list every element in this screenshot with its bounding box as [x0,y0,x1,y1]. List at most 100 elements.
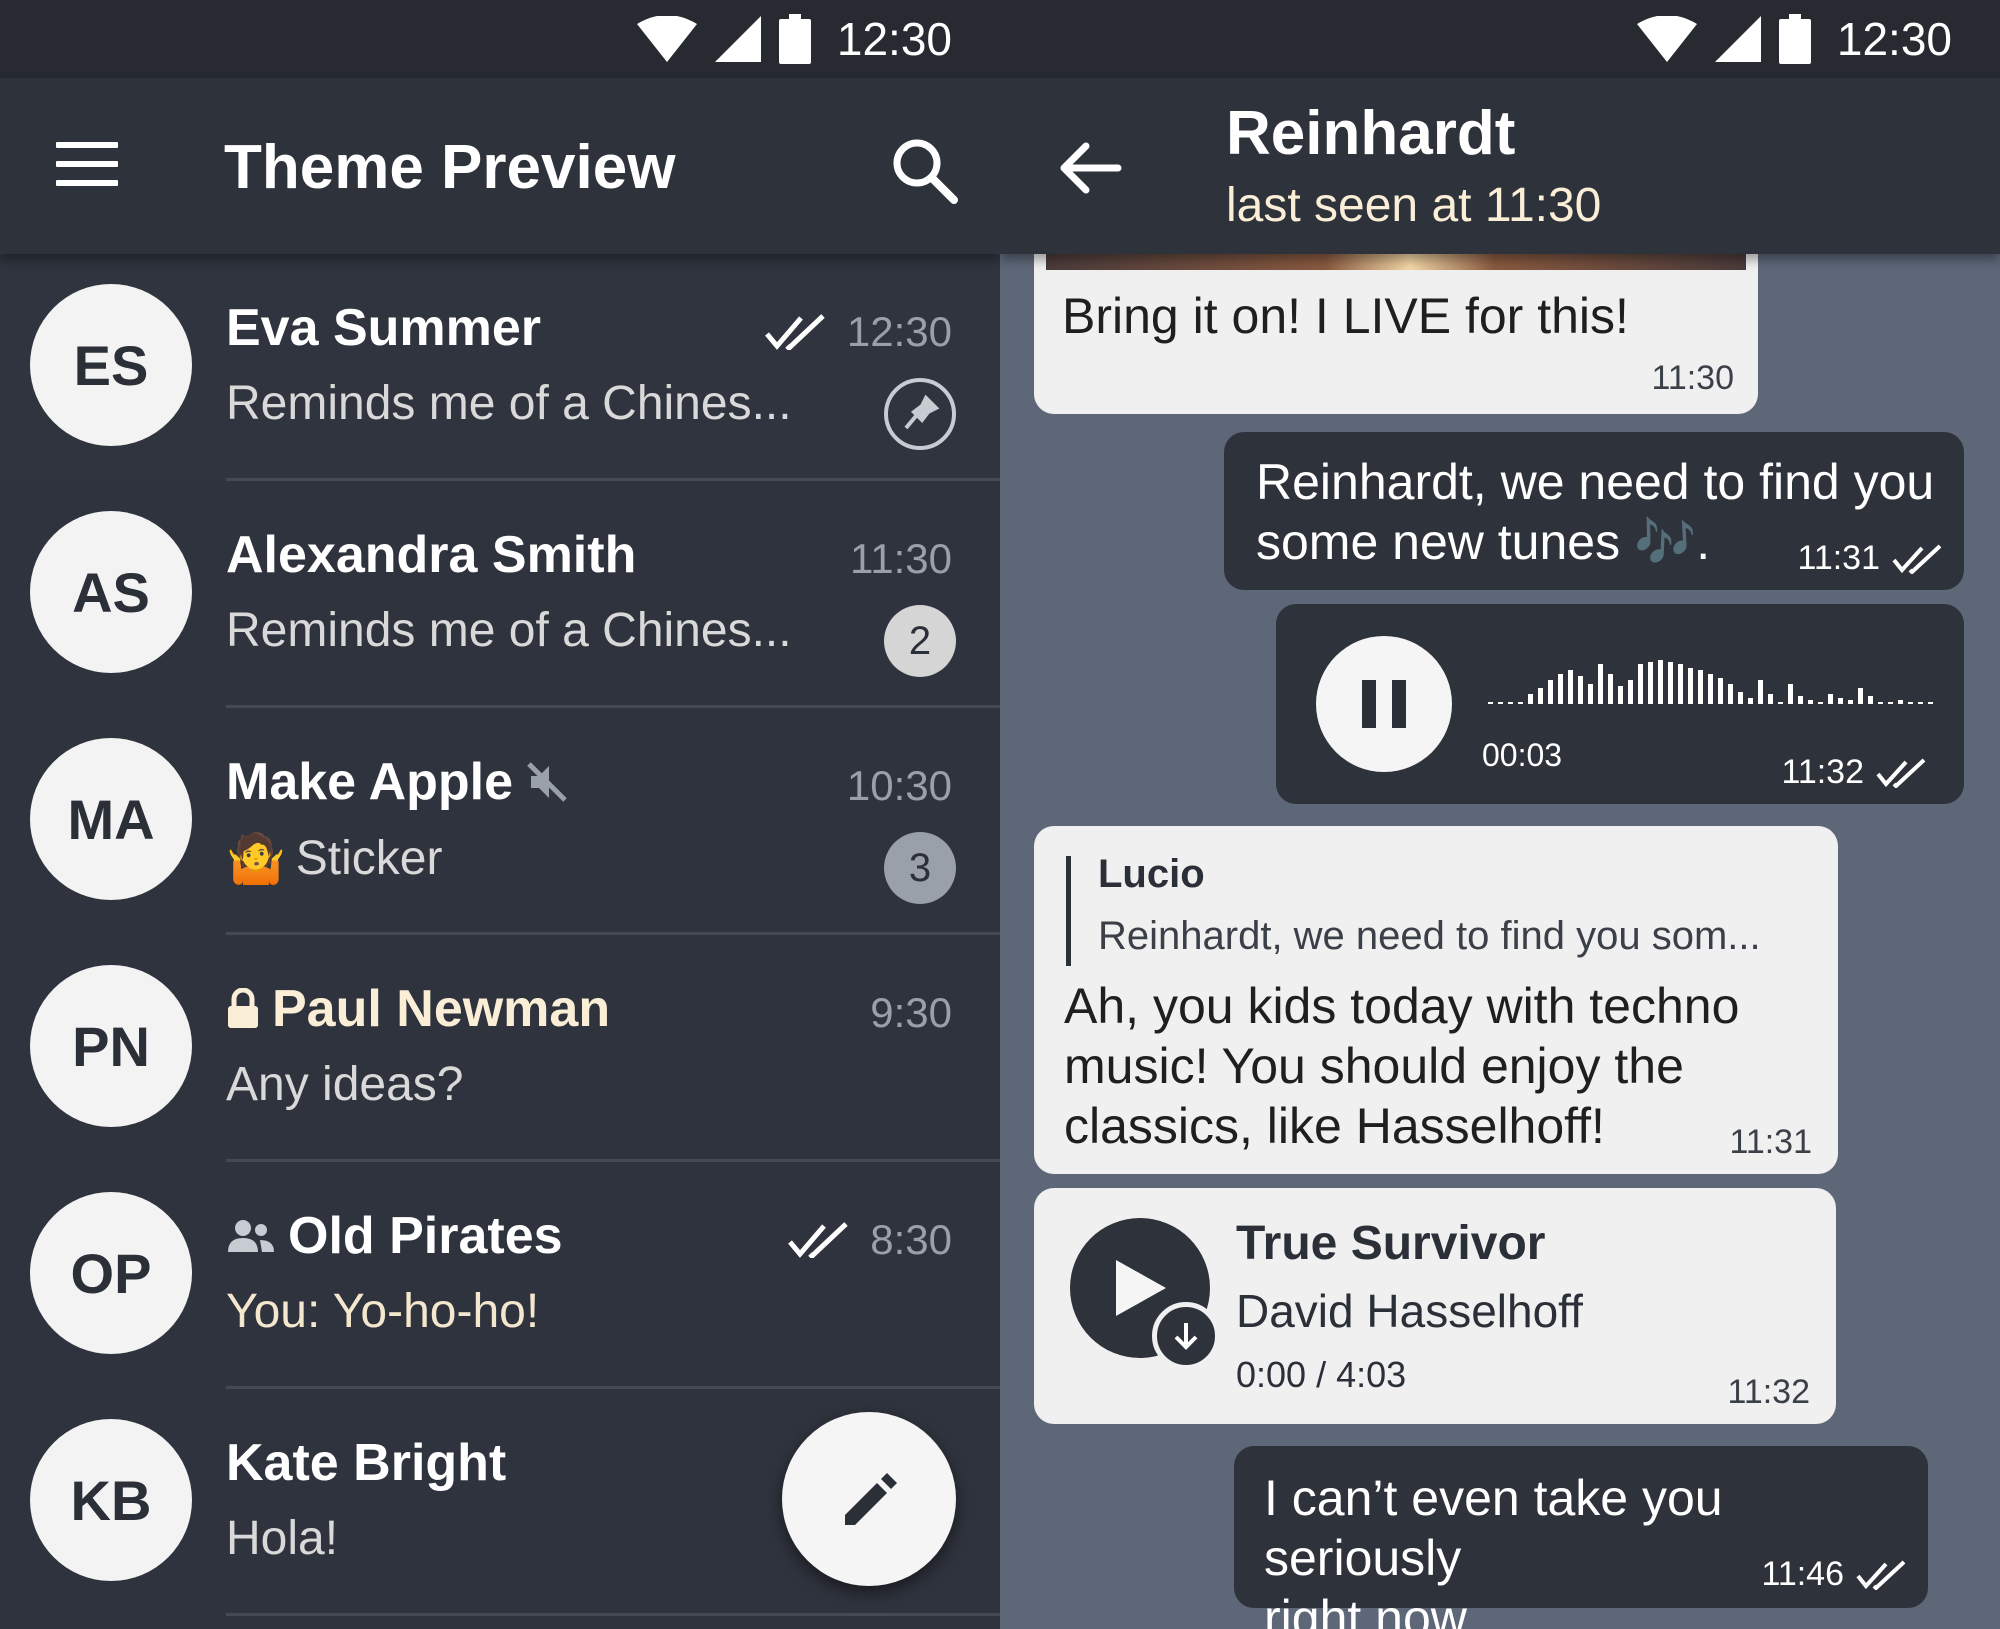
chat-row-paul-newman[interactable]: PN Paul Newman 9:30 Any ideas? [0,935,1000,1162]
chat-name: Alexandra Smith [226,525,636,585]
message-text: I can’t even take you seriously right no… [1264,1468,1928,1629]
voice-waveform[interactable] [1488,652,1938,708]
chat-row-old-pirates[interactable]: OP Old Pirates 8:30 You: Yo-ho-ho! [0,1162,1000,1389]
waveform-bar [1818,702,1823,704]
divider [226,1613,1000,1616]
chat-row-make-apple[interactable]: MA Make Apple 10:30 🤷 Sticker 3 [0,708,1000,935]
double-check-icon [764,314,825,350]
waveform-bar [1838,698,1843,704]
waveform-bar [1848,700,1853,704]
message-time: 11:46 [1761,1555,1844,1593]
waveform-bar [1538,688,1543,704]
chat-name-text: Eva Summer [226,299,542,357]
chat-time: 12:30 [846,308,952,355]
waveform-bar [1918,702,1923,704]
waveform-bar [1608,674,1613,704]
unread-badge: 2 [884,605,956,677]
message-time-group: 11:32 [1781,753,1926,792]
waveform-bar [1788,684,1793,704]
chat-name-text: Alexandra Smith [226,526,637,584]
avatar: OP [30,1192,192,1354]
compose-button[interactable] [782,1412,956,1586]
waveform-bar [1708,674,1713,704]
chat-preview: Any ideas? [226,1058,464,1111]
status-bar: 12:30 [0,0,1000,78]
pencil-icon [845,1473,897,1525]
chat-row-alexandra-smith[interactable]: AS Alexandra Smith 11:30 Reminds me of a… [0,481,1000,708]
pause-button[interactable] [1316,636,1452,772]
conversation-title[interactable]: Reinhardt [1226,98,1515,169]
chat-list-toolbar: Theme Preview [0,78,1000,254]
voice-message-bubble[interactable]: 00:03 11:32 [1276,604,1964,804]
chat-name-text: Old Pirates [288,1207,563,1265]
battery-icon [778,14,811,64]
waveform-bar [1768,694,1773,704]
message-text: Ah, you kids today with techno music! Yo… [1064,976,1739,1156]
reply-author: Lucio [1098,852,1205,896]
battery-icon [1778,14,1811,64]
play-icon [1116,1260,1166,1316]
chat-row-eva-summer[interactable]: ES Eva Summer 12:30 Reminds me of a Chin… [0,254,1000,481]
waveform-bar [1738,692,1743,704]
wifi-icon [1636,16,1697,62]
conversation-screen: 12:30 Reinhardt last seen at 11:30 Bring… [1000,0,2000,1629]
back-arrow-icon[interactable] [1058,136,1122,200]
waveform-bar [1508,702,1513,704]
search-icon[interactable] [890,136,960,206]
chat-name-text: Paul Newman [272,980,611,1038]
signal-icon [1714,16,1761,62]
waveform-bar [1898,700,1903,704]
waveform-bar [1858,688,1863,704]
conversation-toolbar: Reinhardt last seen at 11:30 [1000,78,2000,254]
message-bubble-incoming[interactable]: Lucio Reinhardt, we need to find you som… [1034,826,1838,1174]
chat-name: Old Pirates [226,1206,563,1266]
wifi-icon [636,16,697,62]
waveform-bar [1488,702,1493,704]
menu-icon[interactable] [56,142,118,190]
waveform-bar [1588,684,1593,704]
track-artist: David Hasselhoff [1236,1285,1583,1337]
group-icon [228,1220,274,1252]
chat-name: Kate Bright [226,1433,506,1493]
message-time: 11:31 [1797,539,1880,577]
waveform-bar [1888,702,1893,704]
download-button[interactable] [1152,1302,1220,1370]
waveform-bar [1828,694,1833,704]
message-line: Reinhardt, we need to find you [1256,454,1935,510]
waveform-bar [1808,700,1813,704]
message-time: 11:30 [1651,359,1734,397]
chat-time-group: 8:30 [788,1216,952,1264]
status-time: 12:30 [836,13,952,65]
lock-icon [228,988,258,1028]
waveform-bar [1628,680,1633,704]
message-time-group: 11:31 [1797,539,1942,578]
waveform-bar [1798,696,1803,704]
avatar: ES [30,284,192,446]
muted-icon [527,762,567,802]
double-check-icon [1856,1560,1906,1590]
waveform-bar [1778,702,1783,704]
double-check-icon [1892,544,1942,574]
chat-name: Eva Summer [226,298,541,358]
waveform-bar [1498,702,1503,704]
chat-preview: Reminds me of a Chines... [226,604,792,657]
message-bubble-outgoing[interactable]: I can’t even take you seriously right no… [1234,1446,1928,1629]
message-bubble-outgoing[interactable]: Reinhardt, we need to find you some new … [1224,432,1964,590]
unread-badge: 3 [884,832,956,904]
chat-name: Make Apple [226,752,569,812]
chat-name-text: Kate Bright [226,1434,507,1492]
chat-time: 10:30 [846,762,952,809]
avatar: PN [30,965,192,1127]
double-check-icon [788,1222,848,1258]
waveform-bar [1638,664,1643,704]
status-time: 12:30 [1836,13,1952,65]
shrug-emoji: 🤷 [226,833,286,886]
chat-preview-text: Sticker [295,832,443,885]
waveform-bar [1758,680,1763,704]
voice-duration: 00:03 [1482,737,1563,773]
chat-preview: 🤷 Sticker [226,830,442,887]
audio-message-bubble[interactable]: True Survivor David Hasselhoff 0:00 / 4:… [1034,1188,1836,1424]
avatar: MA [30,738,192,900]
message-line: Ah, you kids today with techno [1064,978,1740,1034]
chat-time: 11:30 [850,535,952,582]
